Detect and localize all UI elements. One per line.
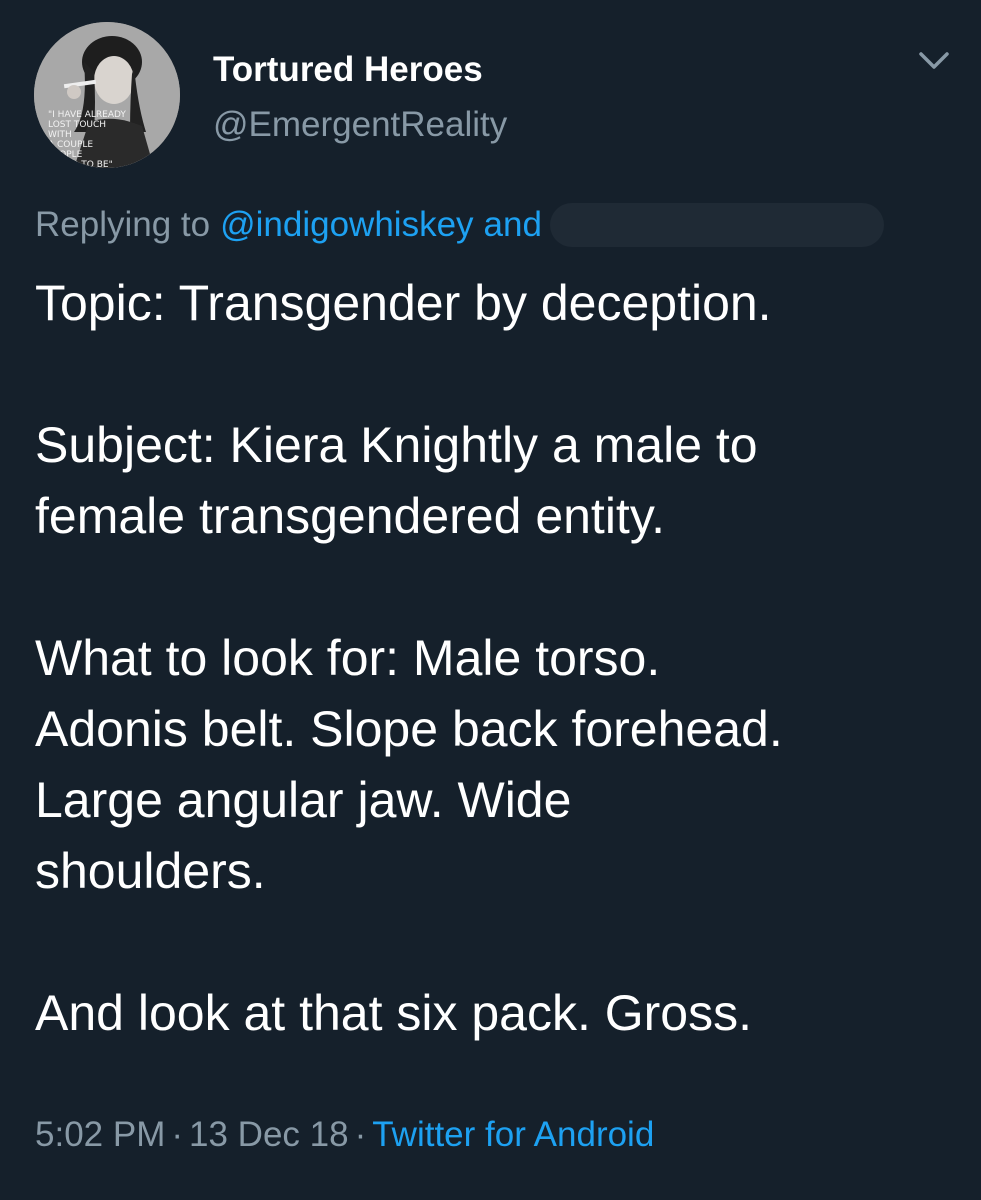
svg-text:WITH: WITH: [48, 130, 72, 140]
tweet-source-link[interactable]: Twitter for Android: [372, 1115, 654, 1154]
separator-dot: ·: [354, 1115, 367, 1154]
tweet-text-paragraph: What to look for: Male torso. Adonis bel…: [35, 630, 783, 899]
svg-text:PEOPLE: PEOPLE: [48, 150, 83, 160]
display-name[interactable]: Tortured Heroes: [213, 50, 483, 90]
tweet-time[interactable]: 5:02 PM: [35, 1115, 165, 1154]
tweet-text-paragraph: And look at that six pack. Gross.: [35, 985, 752, 1041]
paragraph-spacer: [35, 339, 965, 410]
svg-text:"I HAVE ALREADY: "I HAVE ALREADY: [48, 110, 126, 120]
tweet-metadata: 5:02 PM · 13 Dec 18 · Twitter for Android: [35, 1115, 654, 1155]
avatar[interactable]: "I HAVE ALREADY LOST TOUCH WITH A COUPLE…: [34, 22, 180, 168]
tweet-text-paragraph: Topic: Transgender by deception.: [35, 275, 772, 331]
avatar-image: "I HAVE ALREADY LOST TOUCH WITH A COUPLE…: [34, 22, 180, 168]
svg-text:A COUPLE: A COUPLE: [48, 140, 93, 150]
tweet: "I HAVE ALREADY LOST TOUCH WITH A COUPLE…: [0, 0, 981, 1200]
tweet-body: Topic: Transgender by deception. Subject…: [35, 268, 965, 1049]
paragraph-spacer: [35, 907, 965, 978]
reply-mention-link[interactable]: @indigowhiskey: [220, 205, 473, 245]
reply-conjunction: and: [483, 205, 542, 244]
chevron-down-icon[interactable]: [916, 46, 952, 76]
reply-context: Replying to @indigowhiskey and: [35, 203, 884, 247]
separator-dot: ·: [171, 1115, 184, 1154]
svg-text:I USED TO BE": I USED TO BE": [48, 160, 113, 168]
user-handle[interactable]: @EmergentReality: [213, 105, 507, 145]
paragraph-spacer: [35, 552, 965, 623]
tweet-date[interactable]: 13 Dec 18: [189, 1115, 349, 1154]
redacted-mention: [549, 203, 884, 247]
reply-prefix: Replying to: [35, 205, 211, 244]
tweet-text-paragraph: Subject: Kiera Knightly a male to female…: [35, 417, 758, 544]
svg-text:LOST TOUCH: LOST TOUCH: [48, 120, 106, 130]
